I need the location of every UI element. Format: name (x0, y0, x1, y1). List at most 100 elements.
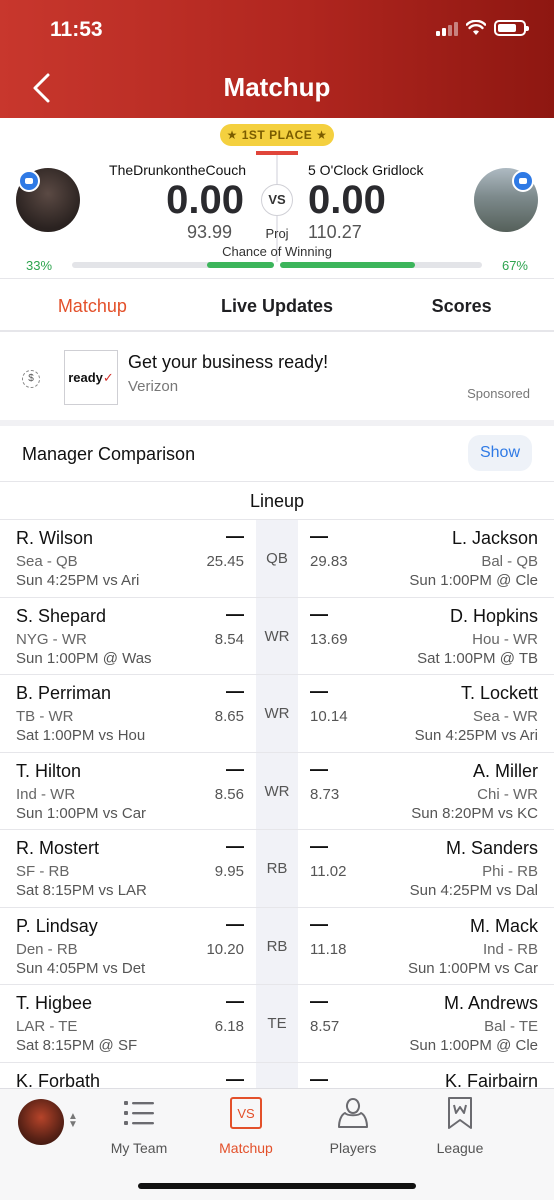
position-label: WR (264, 705, 290, 722)
ad-sponsored-label: Sponsored (467, 386, 530, 401)
player-team-left: Den - RB (16, 940, 78, 958)
lineup-row[interactable]: R. Mostert SF - RB Sat 8:15PM vs LAR — 9.95 R… (0, 830, 554, 908)
vs-badge: VS (261, 184, 293, 216)
lineup-table: R. Wilson Sea - QB Sun 4:25PM vs Ari — 25.45… (0, 520, 554, 1088)
player-team-left: SF - RB (16, 863, 70, 880)
player-proj-right: 8.57 (310, 1018, 340, 1035)
player-name-right[interactable]: T. Lockett (461, 683, 538, 704)
player-name-right[interactable]: M. Sanders (446, 838, 538, 859)
lineup-row[interactable]: S. Shepard NYG - WR Sun 1:00PM @ Was — 8.54 W… (0, 598, 554, 675)
lineup-row[interactable]: T. Higbee LAR - TE Sat 8:15PM @ SF — 6.18 TE —… (0, 985, 554, 1063)
lineup-row[interactable]: P. Lindsay Den - RB Sun 4:05PM vs Det — 10.2… (0, 908, 554, 985)
player-game-right: Sun 1:00PM vs Car (407, 959, 538, 977)
lineup-row[interactable]: R. Wilson Sea - QB Sun 4:25PM vs Ari — 25.45… (0, 520, 554, 598)
player-name-right[interactable]: M. Andrews (444, 993, 538, 1014)
team-name-right[interactable]: 5 O'Clock Gridlock (308, 162, 423, 178)
player-team-right: Chi - WR (477, 785, 538, 803)
player-score-right: — (310, 1068, 328, 1089)
svg-text:VS: VS (237, 1106, 255, 1121)
team-switch-caret-icon[interactable]: ▲ ▼ (68, 1112, 78, 1130)
proj-label: Proj (265, 226, 289, 241)
nav-my-team[interactable]: My Team (89, 1095, 189, 1156)
tab-scores[interactable]: Scores (369, 279, 554, 330)
player-proj-left: 9.95 (214, 863, 244, 880)
win-bar-left-fill (207, 262, 274, 268)
player-name-right[interactable]: A. Miller (473, 761, 538, 782)
home-indicator (138, 1183, 416, 1189)
matchup-tabs: Matchup Live Updates Scores (0, 278, 554, 332)
nav-players[interactable]: Players (303, 1095, 403, 1156)
ad-dollar-icon: $ (22, 370, 40, 388)
player-score-right: — (310, 758, 328, 779)
player-team-right: Ind - RB (482, 940, 538, 958)
position-label: RB (266, 937, 288, 955)
player-name-left[interactable]: K. Forbath (16, 1071, 100, 1089)
player-game-left: Sat 1:00PM vs Hou (16, 727, 146, 744)
player-team-left: Ind - WR (16, 785, 76, 803)
player-name-left[interactable]: T. Higbee (16, 993, 92, 1014)
manager-comparison-title: Manager Comparison (22, 444, 196, 464)
team-name-left[interactable]: TheDrunkontheCouch (109, 162, 246, 178)
chat-bubble-icon[interactable] (512, 170, 534, 192)
player-team-right: Phi - RB (482, 863, 538, 880)
player-game-left: Sun 4:05PM vs Det (16, 959, 146, 977)
nav-label: League (436, 1140, 484, 1156)
player-score-left: — (226, 758, 244, 779)
projected-left: 93.99 (186, 222, 232, 242)
player-proj-right: 11.18 (310, 940, 347, 958)
player-name-left[interactable]: T. Hilton (16, 761, 81, 782)
win-percent-right: 67% (501, 258, 528, 273)
player-name-right[interactable]: M. Mack (470, 916, 538, 937)
win-bar-right-fill (280, 262, 416, 268)
battery-icon (494, 20, 529, 36)
player-proj-left: 8.54 (214, 630, 244, 648)
player-team-left: LAR - TE (16, 1018, 78, 1035)
player-proj-left: 8.65 (214, 708, 244, 725)
player-game-left: Sun 1:00PM @ Was (16, 649, 152, 667)
nav-league[interactable]: League (410, 1095, 510, 1156)
manager-comparison: Manager Comparison Show (0, 426, 554, 482)
lineup-row[interactable]: B. Perriman TB - WR Sat 1:00PM vs Hou — 8.65… (0, 675, 554, 753)
player-game-right: Sun 8:20PM vs KC (411, 804, 538, 822)
position-label: WR (264, 627, 290, 645)
shield-icon (448, 1097, 472, 1129)
nav-matchup[interactable]: VS Matchup (196, 1095, 296, 1156)
win-percent-left: 33% (26, 258, 53, 273)
player-score-left: — (226, 603, 244, 624)
profile-avatar[interactable] (18, 1099, 64, 1145)
list-icon (124, 1101, 154, 1125)
player-proj-left: 8.56 (214, 785, 244, 803)
lineup-title: Lineup (0, 482, 554, 520)
player-score-left: — (226, 913, 244, 934)
player-name-right[interactable]: L. Jackson (452, 528, 538, 549)
show-button[interactable]: Show (468, 435, 532, 471)
player-game-left: Sat 8:15PM @ SF (16, 1037, 138, 1054)
chat-bubble-icon[interactable] (18, 170, 40, 192)
player-score-right: — (310, 836, 328, 856)
tab-live-updates[interactable]: Live Updates (185, 279, 370, 330)
sponsored-ad[interactable]: $ ready✓ Get your business ready! Verizo… (0, 334, 554, 420)
player-team-left: TB - WR (16, 708, 74, 725)
ad-logo[interactable]: ready✓ (64, 350, 118, 405)
tab-matchup[interactable]: Matchup (0, 279, 185, 330)
status-icons (436, 20, 529, 36)
player-score-left: — (226, 1068, 244, 1089)
status-time: 11:53 (50, 18, 103, 41)
person-icon (338, 1098, 368, 1128)
nav-label: Matchup (219, 1140, 273, 1156)
lineup-row[interactable]: T. Hilton Ind - WR Sun 1:00PM vs Car — 8.56 W… (0, 753, 554, 830)
player-name-left[interactable]: R. Wilson (16, 528, 93, 549)
player-proj-right: 11.02 (310, 863, 347, 880)
player-name-right[interactable]: K. Fairbairn (445, 1071, 538, 1089)
first-place-badge: ★ 1ST PLACE ★ (220, 124, 334, 146)
player-name-left[interactable]: S. Shepard (16, 606, 106, 627)
player-name-left[interactable]: P. Lindsay (16, 916, 98, 937)
player-name-right[interactable]: D. Hopkins (450, 606, 538, 627)
team-score-left: 0.00 (166, 178, 244, 222)
player-name-left[interactable]: B. Perriman (16, 683, 111, 704)
lineup-row[interactable]: K. Forbath — — K. Fairbairn (0, 1063, 554, 1089)
player-score-right: — (310, 991, 328, 1011)
ad-title[interactable]: Get your business ready! (128, 352, 328, 373)
player-name-left[interactable]: R. Mostert (16, 838, 99, 859)
player-score-right: — (310, 681, 328, 701)
